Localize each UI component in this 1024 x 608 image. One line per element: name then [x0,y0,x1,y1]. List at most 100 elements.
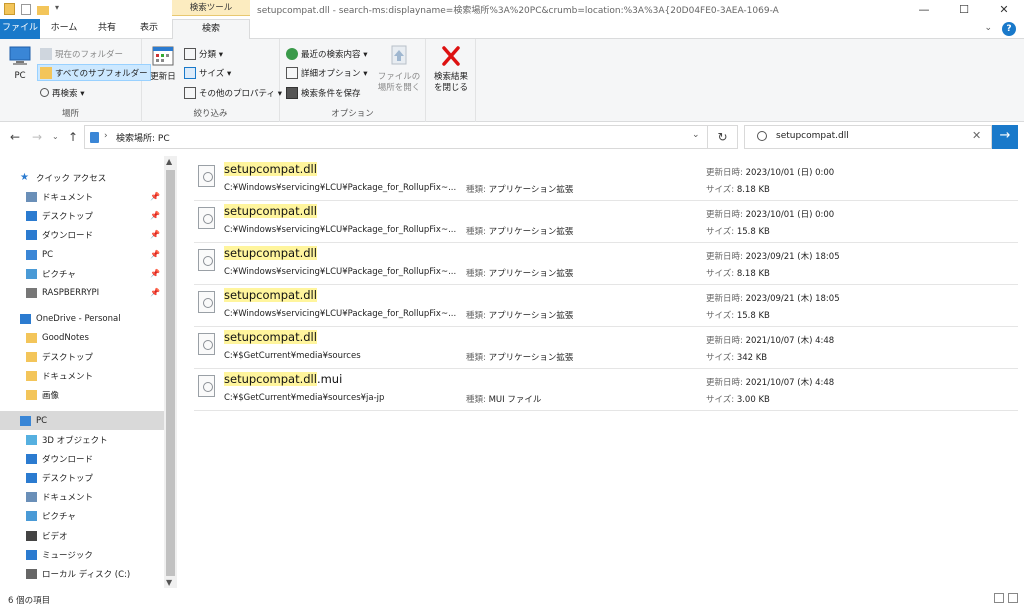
scroll-up-icon[interactable]: ▲ [166,157,172,166]
documents-icon [26,491,37,502]
sidebar-item-4[interactable]: PC 📌 [0,245,164,264]
file-date-value: 2023/09/21 (木) 18:05 [745,252,840,262]
tab-home[interactable]: ホーム [46,19,82,39]
nav-scrollbar-thumb[interactable] [166,170,175,576]
sidebar-item-11[interactable]: 画像 [0,385,164,404]
recent-locations-chevron-icon[interactable]: ⌄ [52,132,59,141]
result-row[interactable]: setupcompat.dll C:¥Windows¥servicing¥LCU¥… [194,159,1018,201]
sidebar-item-3[interactable]: ダウンロード 📌 [0,225,164,244]
file-size: サイズ: 15.8 KB [706,309,770,321]
sidebar-item-15[interactable]: デスクトップ [0,468,164,487]
search-go-arrow-icon[interactable]: → [992,125,1018,149]
sidebar-item-18[interactable]: ビデオ [0,526,164,545]
search-input[interactable]: setupcompat.dll [776,131,849,141]
sidebar-item-label: 画像 [42,390,60,401]
file-name[interactable]: setupcompat.dll [224,162,317,176]
sidebar-item-2[interactable]: デスクトップ 📌 [0,206,164,225]
file-size: サイズ: 342 KB [706,351,767,363]
recent-searches-button[interactable]: 最近の検索内容 ▾ [284,45,369,62]
sidebar-item-label: 3D オブジェクト [42,435,108,446]
file-name[interactable]: setupcompat.dll [224,288,317,302]
file-size: サイズ: 8.18 KB [706,267,770,279]
all-subfolders-button[interactable]: すべてのサブフォルダー [37,64,151,81]
result-row[interactable]: setupcompat.dll.mui C:¥$GetCurrent¥media¥… [194,369,1018,411]
file-type: 種類: アプリケーション拡張 [466,183,573,195]
current-folder-button[interactable]: 現在のフォルダー [38,45,125,62]
other-properties-button[interactable]: その他のプロパティ ▾ [182,84,284,101]
save-search-button[interactable]: 検索条件を保存 [284,84,363,101]
sidebar-item-label: ドキュメント [42,192,94,203]
minimize-button[interactable]: — [904,0,944,20]
address-path[interactable]: 検索場所: PC [116,131,170,144]
sidebar-item-14[interactable]: ダウンロード [0,449,164,468]
date-modified-button[interactable]: 更新日 [146,44,180,83]
details-view-icon[interactable] [994,593,1004,603]
file-date-label: 更新日時: [706,168,743,178]
file-date-value: 2021/10/07 (木) 4:48 [745,378,835,388]
qat-dropdown-icon[interactable]: ▾ [55,3,63,15]
file-name[interactable]: setupcompat.dll [224,204,317,218]
sidebar-item-label: OneDrive - Personal [36,313,121,324]
file-name[interactable]: setupcompat.dll [224,246,317,260]
sidebar-item-16[interactable]: ドキュメント [0,487,164,506]
tab-search[interactable]: 検索 [172,19,250,40]
pc-icon [9,46,31,65]
refine-group-label: 絞り込み [193,109,228,119]
large-icons-view-icon[interactable] [1008,593,1018,603]
file-path: C:¥Windows¥servicing¥LCU¥Package_for_Rol… [224,309,457,319]
folder-icon [40,47,52,60]
sidebar-item-13[interactable]: 3D オブジェクト [0,430,164,449]
file-name[interactable]: setupcompat.dll.mui [224,372,342,386]
open-file-location-button[interactable]: ファイルの 場所を開く [374,44,424,94]
file-size: サイズ: 8.18 KB [706,183,770,195]
location-group: PC 現在のフォルダー すべてのサブフォルダー 再検索 ▾ 場所 [0,39,151,122]
size-button[interactable]: サイズ ▾ [182,64,233,81]
sidebar-item-1[interactable]: ドキュメント 📌 [0,187,164,206]
tab-view[interactable]: 表示 [134,19,164,39]
close-search-button[interactable]: 検索結果 を閉じる [428,44,474,94]
pc-button[interactable]: PC [6,45,34,82]
search-again-button[interactable]: 再検索 ▾ [38,84,86,101]
ribbon-collapse-icon[interactable]: ⌄ [984,23,992,33]
file-type: 種類: アプリケーション拡張 [466,225,573,237]
up-arrow-icon[interactable]: ↑ [68,130,78,144]
sidebar-item-6[interactable]: RASPBERRYPI 📌 [0,283,164,302]
folder-icon [26,370,37,381]
kind-button[interactable]: 分類 ▾ [182,45,225,62]
maximize-button[interactable]: ☐ [944,0,984,20]
recent-searches-icon [286,47,298,60]
result-row[interactable]: setupcompat.dll C:¥Windows¥servicing¥LCU¥… [194,285,1018,327]
scroll-down-icon[interactable]: ▼ [166,578,172,587]
close-button[interactable]: ✕ [984,0,1024,20]
sidebar-item-7[interactable]: OneDrive - Personal [0,309,164,328]
sidebar-item-9[interactable]: デスクトップ [0,347,164,366]
sidebar-item-12[interactable]: PC [0,411,164,430]
file-name[interactable]: setupcompat.dll [224,330,317,344]
sidebar-item-8[interactable]: GoodNotes [0,328,164,347]
refresh-icon[interactable]: ↻ [708,125,738,149]
search-tools-context-label: 検索ツール [172,0,250,16]
forward-arrow-icon[interactable]: → [32,130,42,144]
file-size-value: 8.18 KB [736,269,770,279]
tab-share[interactable]: 共有 [92,19,122,39]
back-arrow-icon[interactable]: ← [10,130,20,144]
address-dropdown-icon[interactable]: ⌄ [692,130,700,140]
3d-objects-icon [26,434,37,445]
result-row[interactable]: setupcompat.dll C:¥Windows¥servicing¥LCU¥… [194,201,1018,243]
advanced-options-button[interactable]: 詳細オプション ▾ [284,64,369,81]
help-icon[interactable]: ? [1002,22,1016,36]
result-row[interactable]: setupcompat.dll C:¥$GetCurrent¥media¥sour… [194,327,1018,369]
new-folder-icon[interactable] [37,5,49,15]
network-drive-icon [26,287,37,298]
properties-icon[interactable] [21,3,31,15]
sidebar-item-5[interactable]: ピクチャ 📌 [0,264,164,283]
result-row[interactable]: setupcompat.dll C:¥Windows¥servicing¥LCU¥… [194,243,1018,285]
clear-search-icon[interactable]: ✕ [972,129,981,142]
sidebar-item-19[interactable]: ミュージック [0,545,164,564]
sidebar-item-10[interactable]: ドキュメント [0,366,164,385]
sidebar-item-20[interactable]: ローカル ディスク (C:) [0,564,164,583]
sidebar-item-17[interactable]: ピクチャ [0,506,164,525]
tab-file[interactable]: ファイル [0,19,40,39]
address-bar[interactable]: › [84,125,708,149]
sidebar-item-0[interactable]: ★ クイック アクセス [0,168,164,187]
